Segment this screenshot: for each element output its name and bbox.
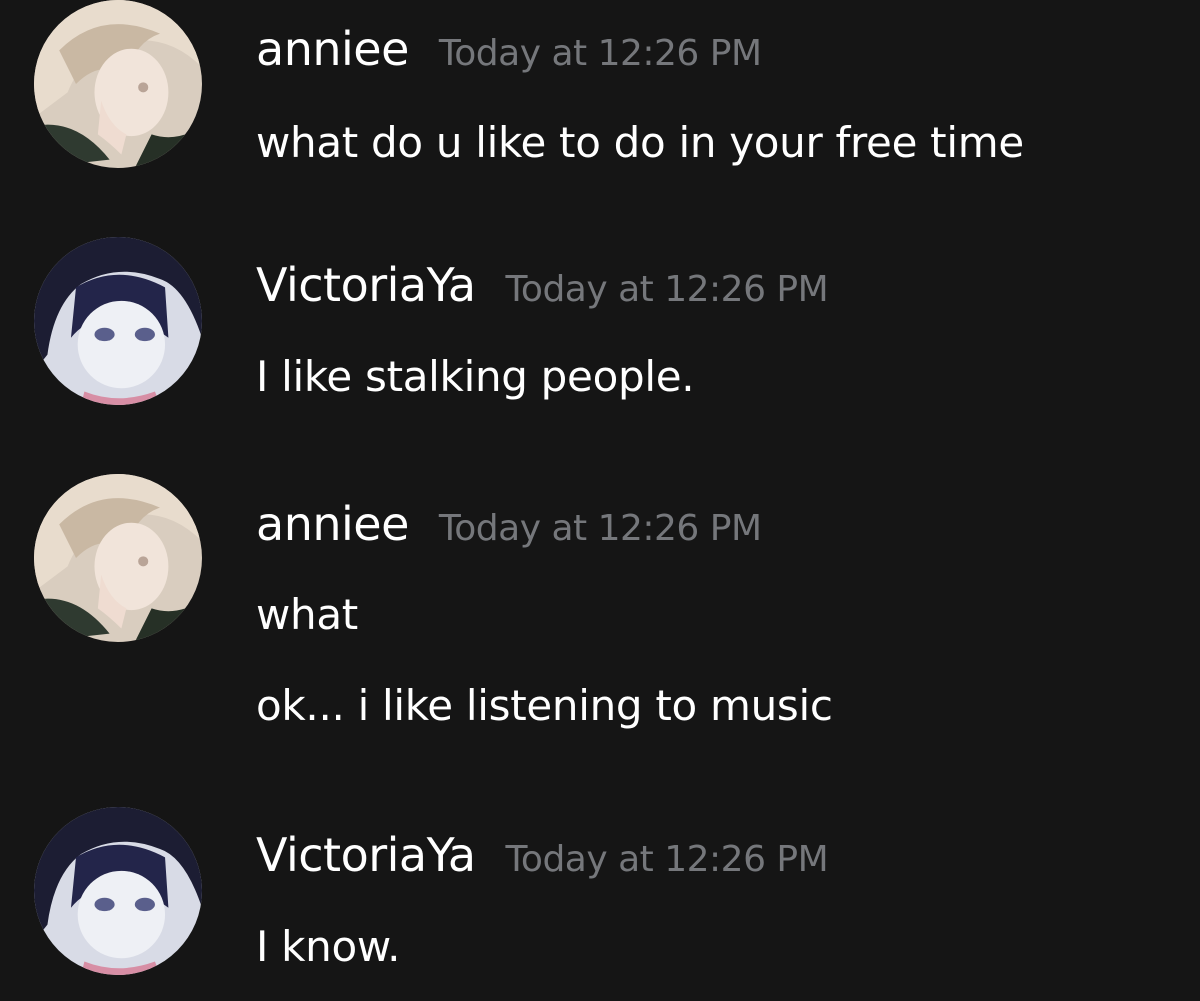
message-header: anniee Today at 12:26 PM — [256, 497, 762, 551]
chat-message-list: anniee Today at 12:26 PM what do u like … — [0, 0, 1200, 1001]
message-text: what do u like to do in your free time — [256, 118, 1024, 167]
message-text: ok... i like listening to music — [256, 681, 833, 730]
anniee-avatar[interactable] — [34, 474, 202, 642]
anime-girl-dark-hair-icon — [34, 237, 202, 405]
victoriaya-avatar[interactable] — [34, 237, 202, 405]
message-header: VictoriaYa Today at 12:26 PM — [256, 828, 829, 882]
anniee-avatar[interactable] — [34, 0, 202, 168]
anime-girl-light-hair-icon — [34, 0, 202, 168]
message-text: I know. — [256, 922, 401, 971]
message-header: VictoriaYa Today at 12:26 PM — [256, 258, 829, 312]
message-text: what — [256, 590, 358, 639]
message-timestamp: Today at 12:26 PM — [438, 508, 762, 549]
victoriaya-avatar[interactable] — [34, 807, 202, 975]
message-timestamp: Today at 12:26 PM — [438, 33, 762, 74]
message-timestamp: Today at 12:26 PM — [505, 269, 829, 310]
author-name[interactable]: VictoriaYa — [256, 258, 476, 312]
author-name[interactable]: VictoriaYa — [256, 828, 476, 882]
message-text: I like stalking people. — [256, 352, 695, 401]
message-timestamp: Today at 12:26 PM — [505, 839, 829, 880]
anime-girl-dark-hair-icon — [34, 807, 202, 975]
anime-girl-light-hair-icon — [34, 474, 202, 642]
message-header: anniee Today at 12:26 PM — [256, 22, 762, 76]
author-name[interactable]: anniee — [256, 497, 409, 551]
author-name[interactable]: anniee — [256, 22, 409, 76]
